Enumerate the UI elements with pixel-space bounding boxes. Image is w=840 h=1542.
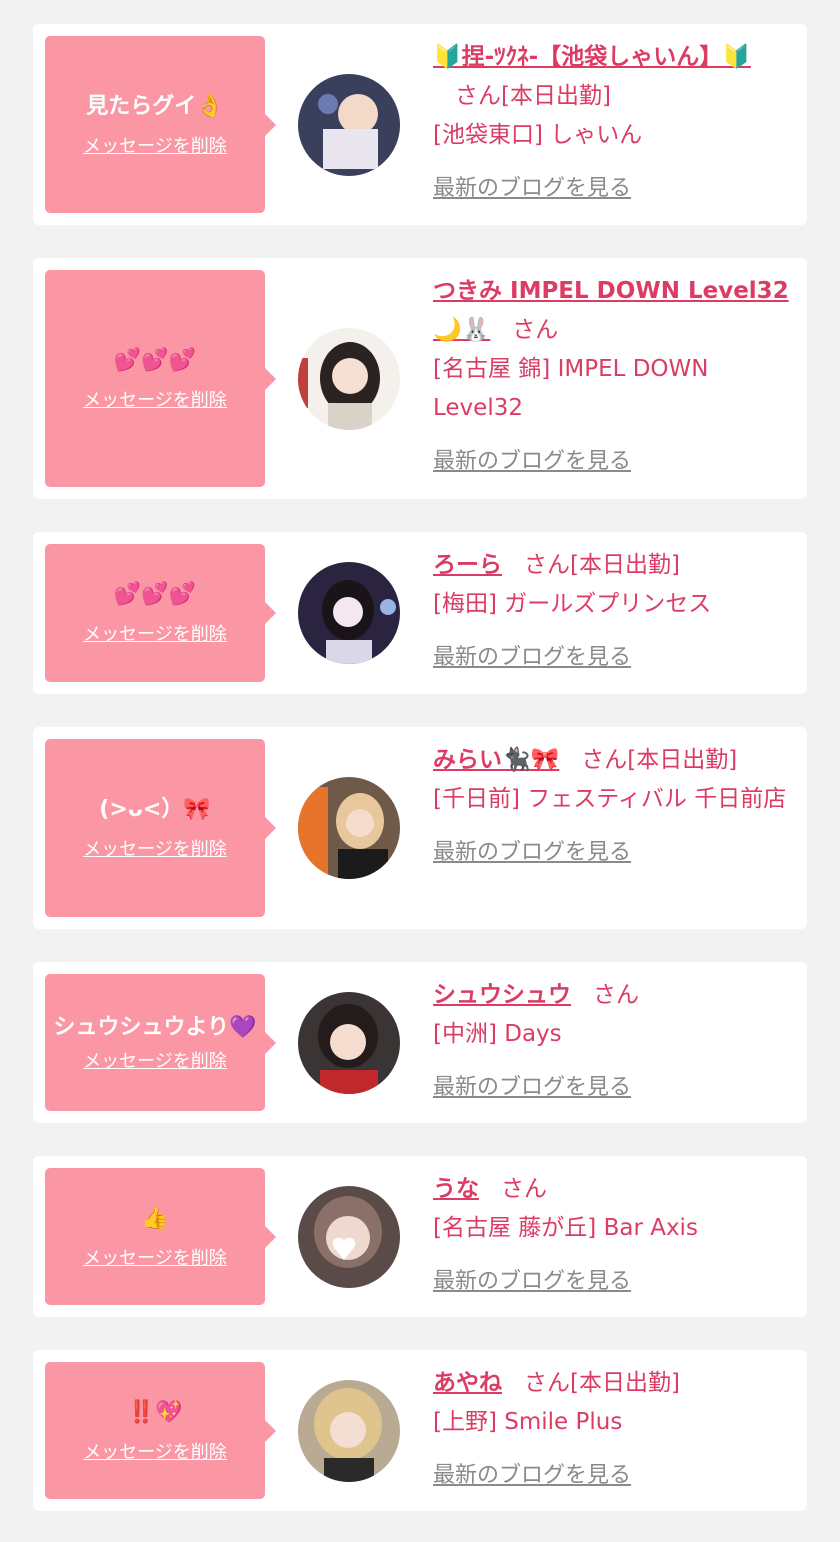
shop-info: [上野] Smile Plus [433, 1409, 623, 1435]
message-card: シュウシュウより💜 メッセージを削除 シュウシュウ さん [中洲] Days 最新… [33, 962, 807, 1123]
shop-info: [梅田] ガールズプリンセス [433, 591, 712, 617]
avatar[interactable] [298, 1380, 400, 1482]
avatar[interactable] [298, 562, 400, 664]
shop-info: [千日前] フェスティバル 千日前店 [433, 786, 787, 812]
cast-name-link[interactable]: 🔰捏-ﾂｸﾈ-【池袋しゃいん】🔰 [433, 44, 751, 70]
latest-blog-link[interactable]: 最新のブログを見る [433, 1456, 631, 1495]
cast-name-link[interactable]: あやね [433, 1370, 502, 1396]
honorific: さん [524, 552, 570, 578]
cast-name-link[interactable]: みらい🐈‍⬛🎀 [433, 747, 559, 773]
delete-message-link[interactable]: メッセージを削除 [83, 623, 227, 647]
latest-blog-link[interactable]: 最新のブログを見る [433, 442, 631, 481]
avatar[interactable] [298, 328, 400, 430]
message-text: シュウシュウより💜 [53, 1014, 257, 1040]
avatar[interactable] [298, 74, 400, 176]
message-bubble: 💕💕💕 メッセージを削除 [45, 270, 276, 487]
honorific: さん [593, 982, 639, 1008]
honorific: さん [455, 83, 501, 109]
cast-info: うな さん [名古屋 藤が丘] Bar Axis 最新のブログを見る [433, 1170, 795, 1301]
message-text: 💕💕💕 [113, 582, 197, 607]
honorific: さん [524, 1370, 570, 1396]
message-card: ‼️💖 メッセージを削除 あやね さん[本日出勤] [上野] Smile Plus… [33, 1350, 807, 1511]
cast-info: 🔰捏-ﾂｸﾈ-【池袋しゃいん】🔰 さん[本日出勤] [池袋東口] しゃいん 最新の… [433, 38, 795, 208]
shop-info: [中洲] Days [433, 1021, 562, 1047]
cast-info: みらい🐈‍⬛🎀 さん[本日出勤] [千日前] フェスティバル 千日前店 最新のブロ… [433, 741, 795, 872]
latest-blog-link[interactable]: 最新のブログを見る [433, 638, 631, 677]
honorific: さん [581, 747, 628, 773]
latest-blog-link[interactable]: 最新のブログを見る [433, 1068, 631, 1107]
delete-message-link[interactable]: メッセージを削除 [83, 389, 227, 413]
message-bubble: (>ᴗ<）🎀 メッセージを削除 [45, 739, 276, 917]
cast-name-link[interactable]: うな [433, 1176, 479, 1202]
cast-info: シュウシュウ さん [中洲] Days 最新のブログを見る [433, 976, 795, 1107]
message-text: 💕💕💕 [113, 347, 197, 373]
latest-blog-link[interactable]: 最新のブログを見る [433, 833, 631, 872]
work-status: [本日出勤] [501, 83, 611, 109]
work-status: [本日出勤] [570, 1370, 680, 1396]
avatar[interactable] [298, 992, 400, 1094]
cast-name-link[interactable]: シュウシュウ [433, 982, 571, 1008]
message-bubble: 見たらグイ👌 メッセージを削除 [45, 36, 276, 213]
message-card: 💕💕💕 メッセージを削除 つきみ IMPEL DOWN Level32🌙🐰 さん … [33, 258, 807, 499]
delete-message-link[interactable]: メッセージを削除 [83, 135, 227, 159]
avatar[interactable] [298, 1186, 400, 1288]
delete-message-link[interactable]: メッセージを削除 [83, 1247, 227, 1271]
latest-blog-link[interactable]: 最新のブログを見る [433, 169, 631, 208]
delete-message-link[interactable]: メッセージを削除 [83, 838, 227, 862]
cast-name-link[interactable]: つきみ IMPEL DOWN Level32🌙🐰 [433, 278, 789, 343]
message-bubble: 💕💕💕 メッセージを削除 [45, 544, 276, 682]
message-card: 見たらグイ👌 メッセージを削除 🔰捏-ﾂｸﾈ-【池袋しゃいん】🔰 さん[本日出勤]… [33, 24, 807, 225]
message-card: 💕💕💕 メッセージを削除 ろーら さん[本日出勤] [梅田] ガールズプリンセス … [33, 532, 807, 694]
shop-info: [名古屋 藤が丘] Bar Axis [433, 1215, 698, 1241]
work-status: [本日出勤] [570, 552, 680, 578]
message-text: (>ᴗ<）🎀 [99, 797, 211, 822]
message-bubble: 👍 メッセージを削除 [45, 1168, 276, 1305]
message-text: 👍 [141, 1205, 169, 1231]
message-bubble: ‼️💖 メッセージを削除 [45, 1362, 276, 1499]
message-text: ‼️💖 [127, 1399, 183, 1425]
cast-name-link[interactable]: ろーら [433, 552, 502, 578]
shop-info: [池袋東口] しゃいん [433, 122, 643, 148]
cast-info: つきみ IMPEL DOWN Level32🌙🐰 さん [名古屋 錦] IMPEL… [433, 272, 795, 481]
cast-info: あやね さん[本日出勤] [上野] Smile Plus 最新のブログを見る [433, 1364, 795, 1495]
avatar[interactable] [298, 777, 400, 879]
delete-message-link[interactable]: メッセージを削除 [83, 1441, 227, 1465]
message-list: 見たらグイ👌 メッセージを削除 🔰捏-ﾂｸﾈ-【池袋しゃいん】🔰さん[本日出勤]… [0, 0, 840, 1542]
shop-info: [名古屋 錦] IMPEL DOWN Level32 [433, 356, 709, 421]
work-status: [本日出勤] [627, 747, 738, 773]
latest-blog-link[interactable]: 最新のブログを見る [433, 1262, 631, 1301]
honorific: さん [512, 317, 559, 343]
message-text: 見たらグイ👌 [86, 93, 224, 119]
honorific: さん [501, 1176, 547, 1202]
message-card: 👍 メッセージを削除 うな さん [名古屋 藤が丘] Bar Axis 最新のブロ… [33, 1156, 807, 1317]
delete-message-link[interactable]: メッセージを削除 [83, 1050, 227, 1074]
message-bubble: シュウシュウより💜 メッセージを削除 [45, 974, 276, 1111]
message-card: (>ᴗ<）🎀 メッセージを削除 みらい🐈‍⬛🎀 さん[本日出勤] [千日前] フェ… [33, 727, 807, 929]
cast-info: ろーら さん[本日出勤] [梅田] ガールズプリンセス 最新のブログを見る [433, 546, 795, 677]
